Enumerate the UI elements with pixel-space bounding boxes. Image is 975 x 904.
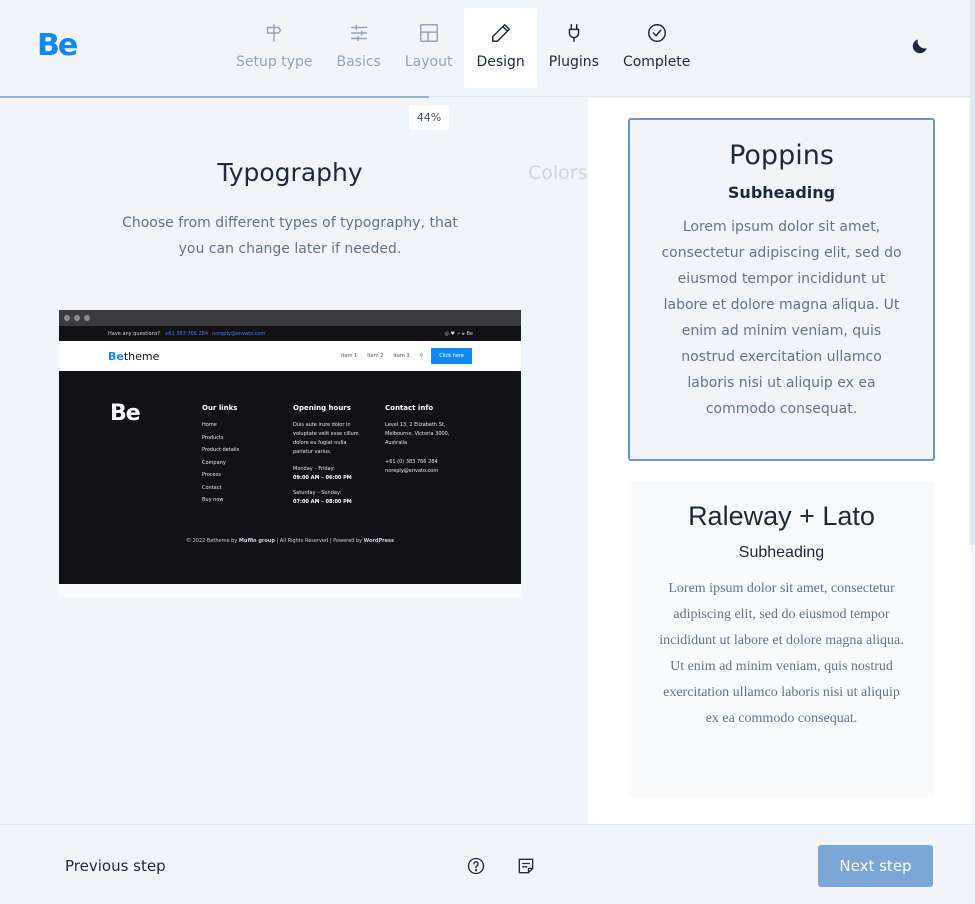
browser-bar	[59, 310, 521, 326]
step-plugins[interactable]: Plugins	[537, 8, 611, 88]
preview-info-text: Have any questions?	[108, 330, 161, 337]
preview-footer-logo: Be	[110, 401, 141, 426]
help-circle-icon[interactable]	[466, 856, 486, 876]
step-label: Layout	[404, 54, 453, 70]
check-circle-icon	[647, 24, 666, 42]
preview-link: Company	[202, 459, 226, 466]
moon-icon[interactable]	[910, 36, 930, 56]
step-design[interactable]: Design	[464, 8, 537, 88]
preview-contact-title: Contact info	[385, 404, 434, 412]
preview-nav: Betheme Item 1 Item 2 Item 3 ⚲ Click her…	[59, 341, 521, 371]
progress-bar	[0, 96, 429, 98]
preview-weekday-label: Monday – Friday:	[293, 466, 335, 472]
font-subheading: Subheading	[727, 183, 836, 202]
font-sample-text: Lorem ipsum dolor sit amet, consectetur …	[659, 581, 904, 726]
preview-links-title: Our links	[202, 404, 238, 412]
bottom-bar: Previous step Next step	[0, 824, 975, 904]
preview-contact-email: noreply@envato.com	[385, 468, 439, 474]
step-basics[interactable]: Basics	[324, 8, 392, 88]
preview-link: Home	[202, 422, 217, 428]
window-dot	[74, 315, 80, 321]
step-label: Basics	[336, 54, 381, 70]
step-label: Setup type	[236, 54, 313, 70]
window-dot	[84, 315, 90, 321]
preview-footer: Be Our links Home Products Product detai…	[59, 371, 521, 584]
font-name: Raleway + Lato	[688, 501, 875, 531]
step-complete[interactable]: Complete	[611, 8, 702, 88]
preview-link: Process	[202, 472, 221, 478]
preview-address: Level 13, 2 Elizabeth St, Melbourne, Vic…	[385, 422, 450, 446]
preview-hours-column: Opening hours Duis aute irure dolor in v…	[293, 404, 365, 511]
window-dot	[64, 315, 70, 321]
font-name: Poppins	[729, 140, 834, 171]
preview-nav-items: Item 1 Item 2 Item 3 ⚲	[341, 353, 423, 359]
be-logo[interactable]: Be	[37, 28, 78, 63]
plug-icon	[568, 24, 580, 42]
preview-weekend-label: Saturday – Sunday:	[293, 490, 342, 496]
preview-link: Product details	[202, 447, 240, 453]
preview-weekday-hours: 09:00 AM – 06:00 PM	[293, 475, 352, 481]
signpost-icon	[267, 24, 282, 42]
next-step-button[interactable]: Next step	[818, 845, 933, 887]
font-sample-text: Lorem ipsum dolor sit amet, consectetur …	[661, 219, 902, 417]
typography-options[interactable]: Poppins Subheading Lorem ipsum dolor sit…	[588, 98, 971, 824]
preview-info-bar: Have any questions? +61 383 766 284 nore…	[59, 326, 521, 341]
preview-link: Products	[202, 434, 224, 441]
top-header: Be Setup type Basics Layout Design Plugi…	[0, 0, 975, 97]
previous-step-button[interactable]: Previous step	[65, 857, 166, 875]
preview-logo: Betheme	[108, 349, 160, 363]
step-label: Design	[476, 54, 525, 70]
section-description: Choose from different types of typograph…	[122, 215, 458, 257]
pencil-icon	[491, 24, 510, 42]
preview-cta: Click here	[431, 348, 472, 364]
preview-nav-item: Item 3	[393, 353, 410, 359]
step-label: Complete	[622, 54, 691, 70]
social-icons: ◎ ♥ ✓ ▸ Be	[444, 330, 473, 337]
preview-email: noreply@envato.com	[212, 330, 266, 337]
sliders-icon	[350, 24, 367, 42]
preview-links-column: Our links Home Products Product details …	[202, 404, 239, 509]
font-subheading: Subheading	[738, 544, 825, 561]
preview-contact-phone: +61 (0) 383 766 284	[385, 459, 438, 465]
preview-search-icon: ⚲	[419, 353, 424, 359]
preview-hours-text: Duis aute irure dolor in voluptate velit…	[293, 422, 359, 455]
scrollbar[interactable]	[970, 0, 975, 545]
preview-phone: +61 383 766 284	[164, 330, 209, 337]
step-label: Plugins	[548, 54, 599, 70]
next-section-title: Colors	[528, 162, 588, 184]
font-option-card[interactable]: Poppins Subheading Lorem ipsum dolor sit…	[628, 118, 935, 461]
preview-copyright: © 2022 Betheme by Muffin group | All Rig…	[186, 538, 394, 544]
layout-icon	[419, 24, 438, 42]
preview-link: Buy now	[202, 497, 224, 503]
preview-bottom-strip	[59, 584, 521, 597]
preview-link: Contact	[202, 484, 222, 491]
preview-nav-item: Item 1	[341, 353, 358, 359]
font-option-card[interactable]: Raleway + Lato Subheading Lorem ipsum do…	[628, 481, 935, 797]
preview-nav-item: Item 2	[367, 353, 384, 359]
step-setup-type[interactable]: Setup type	[224, 8, 324, 88]
section-title: Typography	[217, 158, 363, 187]
progress-percent: 44%	[409, 105, 449, 130]
step-layout[interactable]: Layout	[393, 8, 465, 88]
wizard-steps: Setup type Basics Layout Design Plugins	[224, 8, 702, 88]
preview-contact-column: Contact info Level 13, 2 Elizabeth St, M…	[385, 404, 457, 480]
website-preview: Have any questions? +61 383 766 284 nore…	[59, 310, 521, 597]
preview-hours-title: Opening hours	[293, 404, 351, 412]
preview-weekend-hours: 07:00 AM – 08:00 PM	[293, 499, 352, 505]
notes-icon[interactable]	[516, 856, 536, 876]
